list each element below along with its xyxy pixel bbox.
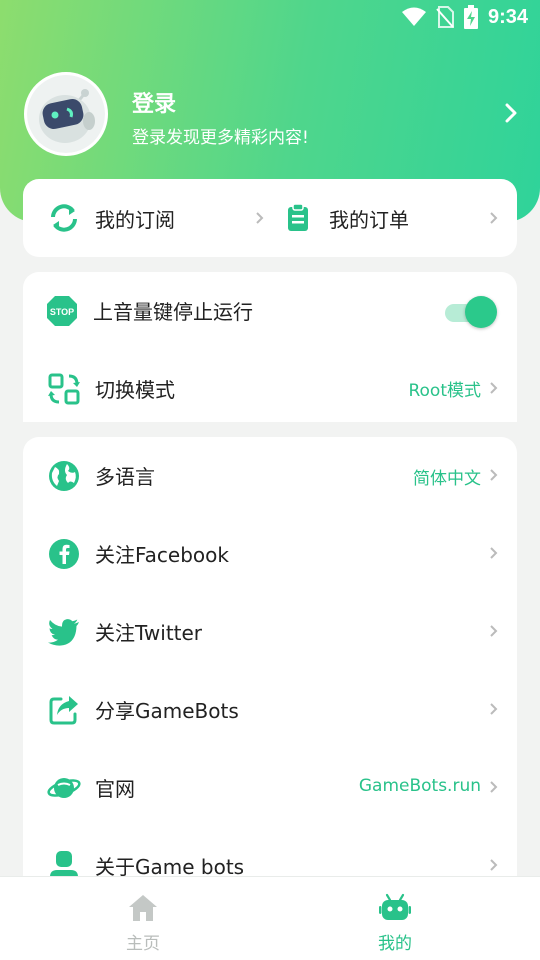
menu-card: 多语言 简体中文 关注Facebook 关注Twitter 分享GameBots [23,437,517,883]
status-time: 9:34 [487,5,528,28]
avatar[interactable] [24,72,108,156]
chevron-right-icon [490,703,498,715]
language-label: 多语言 [95,465,155,489]
settings-card: STOP 上音量键停止运行 切换模式 Root模式 [23,272,517,422]
planet-icon [47,778,81,798]
home-icon [129,895,157,921]
facebook-row[interactable]: 关注Facebook [23,515,517,593]
my-subscriptions-label: 我的订阅 [95,207,175,232]
switch-mode-value: Root模式 [408,381,481,401]
my-orders-label: 我的订单 [329,207,409,232]
switch-mode-row[interactable]: 切换模式 Root模式 [23,350,517,428]
share-icon [49,696,78,725]
battery-charging-icon [463,5,478,29]
chevron-right-icon [490,382,498,394]
toggle-knob [465,296,497,328]
tab-mine[interactable]: 我的 [260,877,530,960]
clipboard-icon [288,203,308,231]
wifi-icon [401,7,426,26]
twitter-bird-icon [48,619,79,646]
volume-stop-row[interactable]: STOP 上音量键停止运行 [23,272,517,350]
language-value: 简体中文 [413,469,481,489]
chevron-right-icon [490,859,498,871]
share-row[interactable]: 分享GameBots [23,671,517,749]
website-label: 官网 [95,777,135,801]
no-sim-icon [436,6,454,28]
svg-text:STOP: STOP [50,307,74,317]
profile-login-row[interactable]: 登录 登录发现更多精彩内容! [24,72,524,158]
volume-stop-label: 上音量键停止运行 [93,300,253,324]
volume-stop-toggle[interactable] [445,296,497,328]
my-subscriptions-button[interactable]: 我的订阅 [49,179,269,257]
android-robot-icon [379,893,411,920]
login-title[interactable]: 登录 [132,86,176,118]
twitter-row[interactable]: 关注Twitter [23,593,517,671]
globe-icon [49,461,79,491]
robot-avatar-icon [27,75,105,153]
status-bar: 9:34 [0,0,540,36]
language-row[interactable]: 多语言 简体中文 [23,437,517,515]
refresh-icon [51,204,77,232]
stop-sign-icon: STOP [47,296,77,326]
tab-home-label: 主页 [126,934,160,954]
twitter-label: 关注Twitter [95,621,203,645]
chevron-right-icon [490,781,498,793]
facebook-label: 关注Facebook [95,543,229,567]
website-value: GameBots.run [358,776,481,796]
my-orders-button[interactable]: 我的订单 [283,179,503,257]
quick-links-card: 我的订阅 我的订单 [23,179,517,257]
switch-mode-icon [48,373,80,405]
chevron-right-icon [256,212,264,224]
login-subtitle: 登录发现更多精彩内容! [132,128,309,148]
share-label: 分享GameBots [95,699,239,723]
website-row[interactable]: 官网 GameBots.run [23,749,517,827]
switch-mode-label: 切换模式 [95,378,175,402]
bottom-tab-bar: 主页 我的 [0,876,540,960]
facebook-icon [49,539,79,569]
tab-home[interactable]: 主页 [8,877,278,960]
chevron-right-icon [490,212,498,224]
tab-mine-label: 我的 [378,934,412,954]
chevron-right-icon [490,625,498,637]
chevron-right-icon [490,469,498,481]
chevron-right-icon[interactable] [504,102,518,124]
chevron-right-icon [490,547,498,559]
